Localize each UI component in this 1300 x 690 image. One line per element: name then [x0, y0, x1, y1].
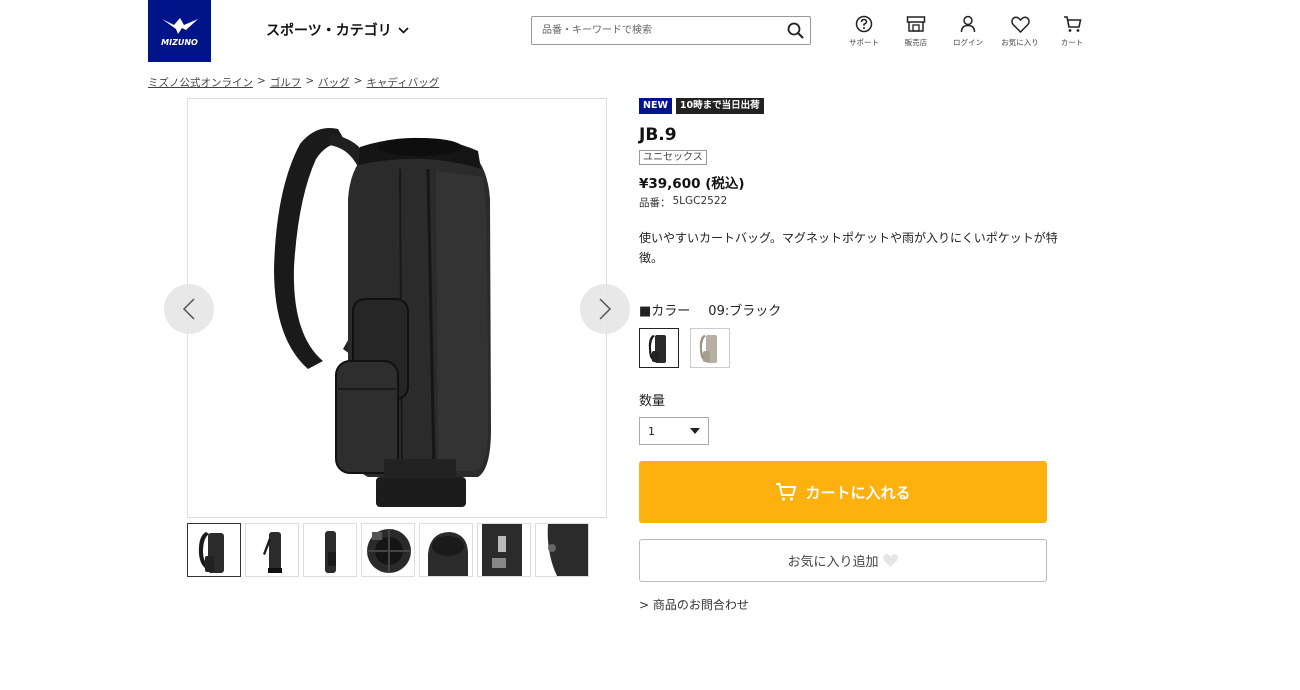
- thumbnail-6[interactable]: [477, 523, 531, 577]
- favorites-label: お気に入り: [1001, 38, 1039, 47]
- selected-color-value: 09:ブラック: [708, 304, 782, 319]
- next-image-button[interactable]: [580, 284, 630, 334]
- swatch-image-beige: [699, 335, 717, 363]
- store-label: 販売店: [904, 38, 928, 47]
- search-box: [531, 16, 811, 45]
- golf-bag-image: [274, 128, 491, 507]
- prev-image-button[interactable]: [164, 284, 214, 334]
- store-icon: [906, 16, 926, 32]
- runbird-icon: [161, 18, 198, 34]
- product-inquiry-link[interactable]: > 商品のお問合わせ: [639, 596, 749, 613]
- add-to-cart-button[interactable]: カートに入れる: [639, 461, 1047, 523]
- thumbnail-image: [263, 532, 282, 573]
- quantity-value: 1: [648, 424, 655, 438]
- breadcrumb-item-bag[interactable]: バッグ: [318, 75, 350, 90]
- color-swatches: [639, 328, 730, 368]
- thumbnail-5[interactable]: [419, 523, 473, 577]
- add-favorite-button[interactable]: お気に入り追加: [639, 539, 1047, 582]
- sports-category-menu[interactable]: スポーツ・カテゴリ: [266, 20, 409, 40]
- add-favorite-label: お気に入り追加: [787, 555, 879, 570]
- product-sku: 品番： 5LGC2522: [639, 195, 727, 210]
- thumbnail-3[interactable]: [303, 523, 357, 577]
- thumbnail-gallery: [187, 523, 589, 577]
- cart-link[interactable]: カート: [1046, 14, 1098, 48]
- thumbnail-4[interactable]: [361, 523, 415, 577]
- breadcrumb-separator: >: [305, 75, 315, 87]
- product-badges: NEW 10時まで当日出荷: [639, 98, 764, 114]
- new-badge: NEW: [639, 98, 672, 114]
- same-day-shipping-badge: 10時まで当日出荷: [675, 98, 764, 114]
- chevron-left-icon: [182, 298, 195, 320]
- thumbnail-image: [428, 532, 468, 576]
- cart-label: カート: [1060, 38, 1084, 47]
- thumbnail-image: [536, 524, 588, 576]
- color-swatch-black[interactable]: [639, 328, 679, 368]
- thumbnail-image: [362, 524, 414, 576]
- product-price: ¥39,600 (税込): [639, 176, 745, 192]
- thumbnail-image: [325, 531, 336, 573]
- heart-icon: [882, 554, 898, 568]
- header-icons: サポート 販売店 ログイン お気に入り カート: [838, 14, 1098, 48]
- thumbnail-7[interactable]: [535, 523, 589, 577]
- chevron-right-icon: [599, 298, 612, 320]
- swatch-image-black: [648, 335, 666, 363]
- cart-icon: [776, 483, 797, 501]
- color-swatch-beige[interactable]: [690, 328, 730, 368]
- sku-label: 品番：: [639, 197, 671, 209]
- favorites-link[interactable]: お気に入り: [994, 14, 1046, 48]
- thumbnail-2[interactable]: [245, 523, 299, 577]
- logo-text: MIZUNO: [161, 38, 198, 47]
- chevron-down-icon: [398, 27, 409, 34]
- sku-value: 5LGC2522: [672, 195, 728, 207]
- gender-tag: ユニセックス: [639, 150, 707, 165]
- breadcrumb-item-caddie-bag[interactable]: キャディバッグ: [366, 75, 439, 90]
- thumbnail-1[interactable]: [187, 523, 241, 577]
- search-button[interactable]: [780, 17, 810, 44]
- store-link[interactable]: 販売店: [890, 14, 942, 48]
- color-label: ■カラー 09:ブラック: [639, 300, 781, 319]
- thumbnail-image: [482, 524, 522, 576]
- login-icon: [960, 15, 976, 33]
- login-link[interactable]: ログイン: [942, 14, 994, 48]
- product-name: JB.9: [639, 125, 677, 145]
- breadcrumb-item-golf[interactable]: ゴルフ: [270, 75, 302, 90]
- cart-icon: [1063, 16, 1081, 32]
- main-product-image: [187, 98, 607, 518]
- category-menu-label: スポーツ・カテゴリ: [266, 23, 392, 39]
- search-input[interactable]: [532, 17, 780, 44]
- login-label: ログイン: [953, 38, 983, 47]
- breadcrumb-item-home[interactable]: ミズノ公式オンライン: [148, 75, 253, 90]
- breadcrumb: ミズノ公式オンライン > ゴルフ > バッグ > キャディバッグ: [148, 75, 439, 90]
- product-description: 使いやすいカートバッグ。マグネットポケットや雨が入りにくいポケットが特徴。: [639, 231, 1058, 265]
- breadcrumb-separator: >: [257, 75, 266, 87]
- search-icon: [787, 22, 804, 39]
- heart-icon: [1010, 16, 1030, 33]
- add-to-cart-label: カートに入れる: [805, 483, 911, 502]
- quantity-label: 数量: [639, 394, 666, 409]
- support-icon: [855, 15, 873, 33]
- dropdown-arrow-icon: [690, 428, 700, 434]
- quantity-select[interactable]: 1: [639, 417, 709, 445]
- support-label: サポート: [849, 38, 879, 47]
- mizuno-logo[interactable]: MIZUNO: [148, 0, 211, 62]
- breadcrumb-separator: >: [353, 75, 363, 87]
- color-label-text: ■カラー: [639, 304, 691, 319]
- thumbnail-image: [198, 532, 224, 573]
- support-link[interactable]: サポート: [838, 14, 890, 48]
